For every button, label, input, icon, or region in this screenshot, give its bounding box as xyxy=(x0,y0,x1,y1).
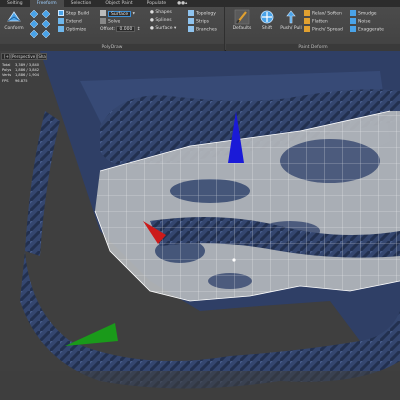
conform-label: Conform xyxy=(4,26,24,31)
shift-button[interactable]: Shift xyxy=(256,9,278,32)
strips-icon xyxy=(188,18,194,24)
paint-deform-panel: Defaults Shift Push/ Pull Relax/ Soften … xyxy=(226,7,400,51)
polydraw-mini-tools xyxy=(28,9,56,39)
push-pull-icon xyxy=(286,10,296,24)
push-pull-button[interactable]: Push/ Pull xyxy=(280,9,302,32)
relax-soften-button[interactable]: Relax/ Soften xyxy=(304,10,342,18)
step-build-button[interactable]: Step Build xyxy=(58,10,89,18)
stat-row: FPS 96.875 xyxy=(2,78,28,83)
extend-icon xyxy=(58,18,64,24)
noise-icon xyxy=(350,18,356,24)
optimize-button[interactable]: Optimize xyxy=(58,26,86,34)
diamond-tools-icon[interactable] xyxy=(28,9,56,39)
exaggerate-icon xyxy=(350,26,356,32)
extend-button[interactable]: Extend xyxy=(58,18,82,26)
surface-dropdown[interactable]: Surface ▾ xyxy=(100,10,135,18)
topology-icon xyxy=(188,10,194,16)
brush-defaults-icon xyxy=(234,9,250,25)
surface-radio[interactable]: ● Surface ▾ xyxy=(150,26,176,32)
branches-icon xyxy=(188,26,194,32)
surface-icon xyxy=(100,10,106,16)
gizmo-y-arrow-icon[interactable] xyxy=(65,323,118,346)
tab-freeform[interactable]: Freeform xyxy=(29,0,64,7)
radio-icon: ● xyxy=(150,18,154,23)
polydraw-panel-label: PolyDraw xyxy=(0,44,224,51)
defaults-button[interactable]: Defaults xyxy=(230,9,254,32)
tab-selting[interactable]: Selting xyxy=(0,0,30,7)
tab-populate[interactable]: Populate xyxy=(140,0,174,7)
pinch-spread-button[interactable]: Pinch/ Spread xyxy=(304,26,343,34)
flatten-icon xyxy=(304,18,310,24)
smudge-button[interactable]: Smudge xyxy=(350,10,377,18)
perspective-viewport[interactable]: [+][Perspective][Shaded] Total3,389 / 3,… xyxy=(0,51,400,400)
radio-icon: ● xyxy=(150,26,154,31)
ribbon: Conform Step Build Extend Optimize Surfa… xyxy=(0,7,400,51)
ribbon-toggle-icon[interactable]: ●●▴ xyxy=(173,0,191,7)
smudge-icon xyxy=(350,10,356,16)
topology-button[interactable]: Topology xyxy=(188,10,216,18)
exaggerate-button[interactable]: Exaggerate xyxy=(350,26,384,34)
tab-selection[interactable]: Selection xyxy=(64,0,99,7)
sculpt-mesh xyxy=(0,51,400,400)
solve-icon xyxy=(100,18,106,24)
viewport-statistics: Total 3,389 / 3,840 Polys 1,886 / 3,842 Ve… xyxy=(2,63,39,84)
chevron-down-icon: ▾ xyxy=(132,11,135,17)
branches-button[interactable]: Branches xyxy=(188,26,217,34)
gizmo-center-icon[interactable] xyxy=(232,258,236,262)
shift-icon xyxy=(260,10,274,24)
optimize-icon xyxy=(58,26,64,32)
viewport-label[interactable]: [+][Perspective][Shaded] xyxy=(1,53,47,60)
polydraw-panel: Conform Step Build Extend Optimize Surfa… xyxy=(0,7,225,51)
solve-button[interactable]: Solve xyxy=(100,18,120,26)
relax-icon xyxy=(304,10,310,16)
paint-deform-panel-label: Paint Deform xyxy=(226,44,400,51)
tab-object-paint[interactable]: Object Paint xyxy=(98,0,139,7)
spinner-icon: ↕ xyxy=(136,27,141,32)
shapes-radio[interactable]: ● Shapes xyxy=(150,10,172,16)
noise-button[interactable]: Noise xyxy=(350,18,370,26)
flatten-button[interactable]: Flatten xyxy=(304,18,328,26)
strips-button[interactable]: Strips xyxy=(188,18,209,26)
step-build-icon xyxy=(58,10,64,16)
offset-field[interactable]: Offset: 0.000 ↕ xyxy=(100,26,141,33)
splines-radio[interactable]: ● Splines xyxy=(150,18,172,24)
radio-icon: ● xyxy=(150,10,154,15)
conform-icon xyxy=(7,11,21,22)
viewport-canvas[interactable] xyxy=(0,51,400,400)
conform-button[interactable]: Conform xyxy=(2,9,26,32)
ribbon-tab-bar: Selting Freeform Selection Object Paint … xyxy=(0,0,400,7)
pinch-icon xyxy=(304,26,310,32)
chevron-down-icon: ▾ xyxy=(173,26,177,31)
